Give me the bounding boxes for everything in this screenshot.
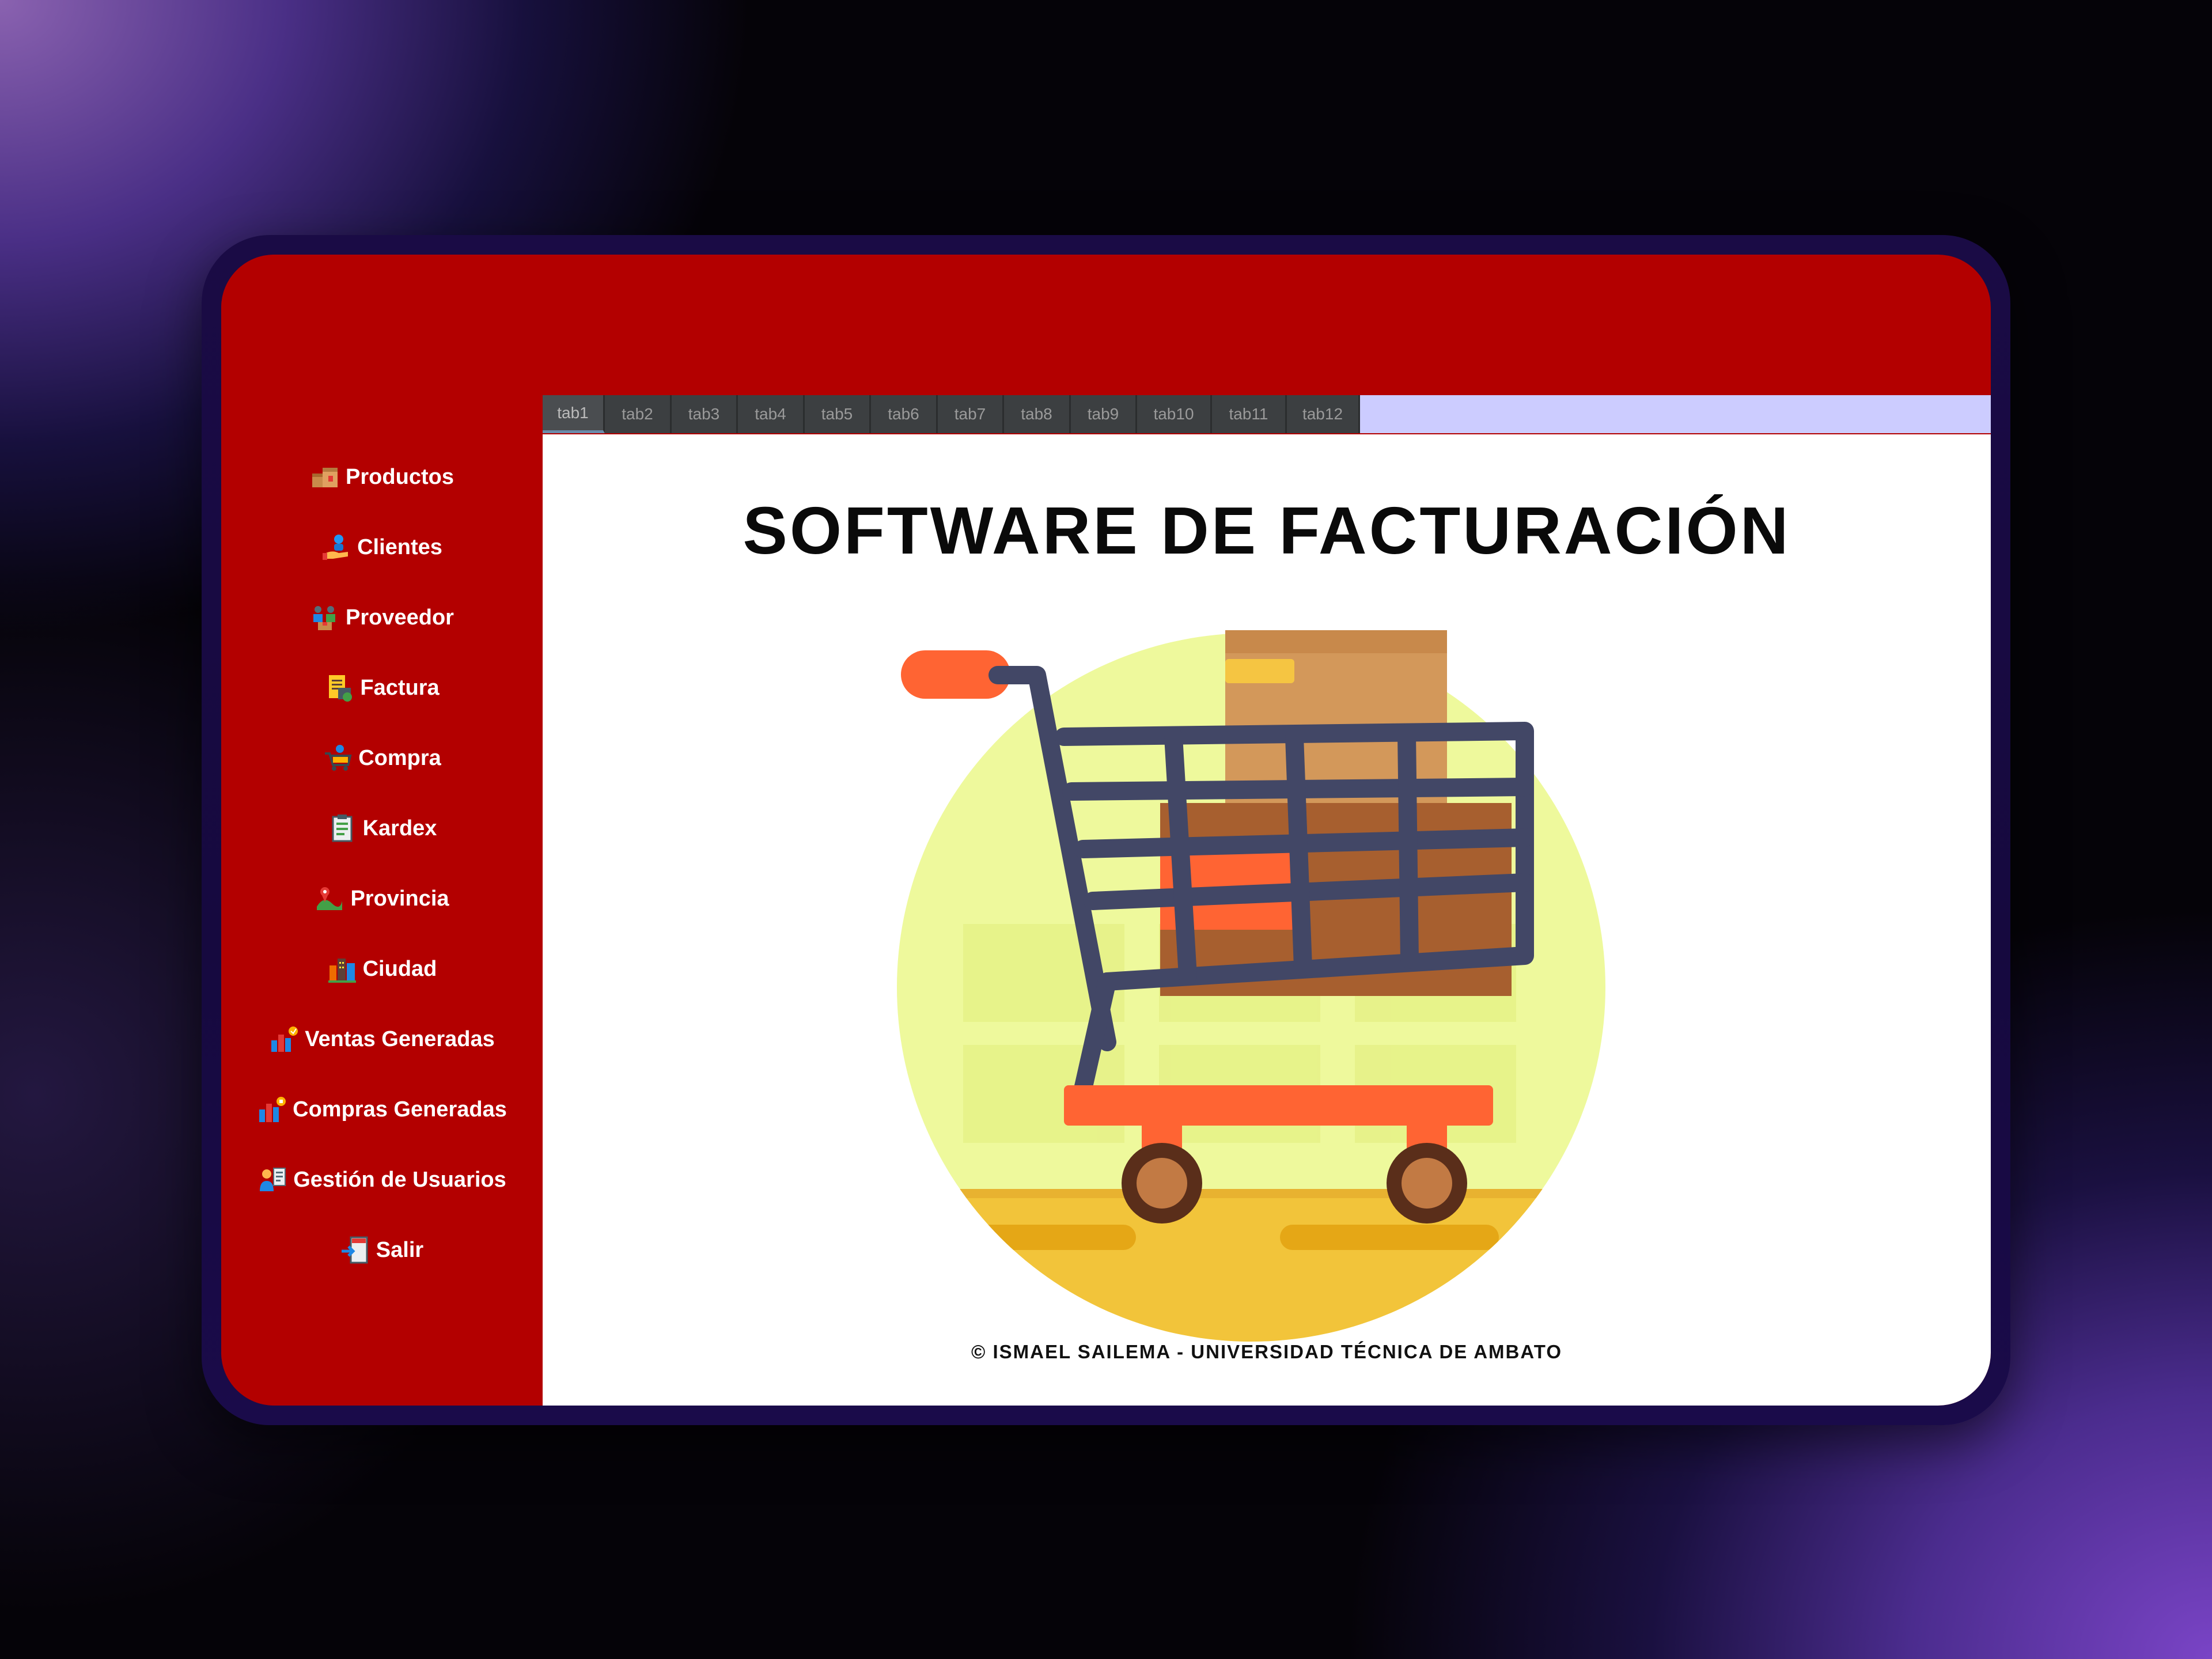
sidebar: Productos Clientes Proveedor Factura Com xyxy=(221,255,543,1406)
sidebar-item-label: Salir xyxy=(376,1237,424,1262)
user-management-icon xyxy=(257,1165,287,1195)
cart-icon xyxy=(323,743,353,773)
boxes-icon xyxy=(310,462,340,492)
sidebar-item-label: Ciudad xyxy=(362,956,437,981)
sidebar-item-compra[interactable]: Compra xyxy=(221,729,543,787)
sidebar-item-proveedor[interactable]: Proveedor xyxy=(221,589,543,646)
sales-report-icon xyxy=(269,1024,299,1054)
sidebar-item-label: Clientes xyxy=(357,535,442,559)
sidebar-item-label: Ventas Generadas xyxy=(305,1027,495,1051)
sidebar-item-label: Compras Generadas xyxy=(293,1097,507,1122)
sidebar-item-gestion-usuarios[interactable]: Gestión de Usuarios xyxy=(221,1151,543,1209)
tab-3[interactable]: tab3 xyxy=(672,395,738,433)
sidebar-item-label: Gestión de Usuarios xyxy=(293,1167,506,1192)
purchases-report-icon xyxy=(257,1094,287,1124)
exit-icon xyxy=(340,1235,370,1265)
main-panel: SOFTWARE DE FACTURACIÓN © ISMAEL SAILEMA… xyxy=(543,434,1991,1406)
sidebar-item-factura[interactable]: Factura xyxy=(221,659,543,717)
tab-11[interactable]: tab11 xyxy=(1212,395,1287,433)
tab-6[interactable]: tab6 xyxy=(871,395,938,433)
tab-12[interactable]: tab12 xyxy=(1287,395,1360,433)
tab-9[interactable]: tab9 xyxy=(1071,395,1137,433)
shopping-cart-icon xyxy=(897,630,1605,1342)
sidebar-item-ciudad[interactable]: Ciudad xyxy=(221,940,543,998)
supplier-icon xyxy=(310,603,340,632)
sidebar-item-label: Factura xyxy=(360,675,440,700)
sidebar-item-clientes[interactable]: Clientes xyxy=(221,518,543,576)
sidebar-item-productos[interactable]: Productos xyxy=(221,448,543,506)
tab-1[interactable]: tab1 xyxy=(543,395,605,433)
sidebar-item-label: Provincia xyxy=(350,886,449,911)
tab-5[interactable]: tab5 xyxy=(805,395,871,433)
tab-bar: tab1 tab2 tab3 tab4 tab5 tab6 tab7 tab8 … xyxy=(543,395,1991,433)
tab-10[interactable]: tab10 xyxy=(1137,395,1212,433)
sidebar-item-provincia[interactable]: Provincia xyxy=(221,870,543,927)
sidebar-item-label: Productos xyxy=(346,464,454,489)
tab-8[interactable]: tab8 xyxy=(1004,395,1071,433)
sidebar-item-salir[interactable]: Salir xyxy=(221,1221,543,1279)
app-window: Productos Clientes Proveedor Factura Com xyxy=(221,255,1991,1406)
tab-4[interactable]: tab4 xyxy=(738,395,805,433)
invoice-icon xyxy=(324,673,354,703)
sidebar-item-label: Kardex xyxy=(362,816,437,840)
clipboard-icon xyxy=(327,813,357,843)
copyright-footer: © ISMAEL SAILEMA - UNIVERSIDAD TÉCNICA D… xyxy=(971,1341,1562,1362)
sidebar-item-label: Compra xyxy=(358,745,441,770)
sidebar-item-compras-generadas[interactable]: Compras Generadas xyxy=(221,1081,543,1138)
sidebar-item-kardex[interactable]: Kardex xyxy=(221,800,543,857)
client-hand-icon xyxy=(321,532,351,562)
tab-7[interactable]: tab7 xyxy=(938,395,1004,433)
tab-2[interactable]: tab2 xyxy=(605,395,672,433)
map-pin-icon xyxy=(315,884,344,914)
sidebar-item-ventas-generadas[interactable]: Ventas Generadas xyxy=(221,1010,543,1068)
city-icon xyxy=(327,954,357,984)
page-title: SOFTWARE DE FACTURACIÓN xyxy=(743,493,1791,568)
sidebar-item-label: Proveedor xyxy=(346,605,454,630)
